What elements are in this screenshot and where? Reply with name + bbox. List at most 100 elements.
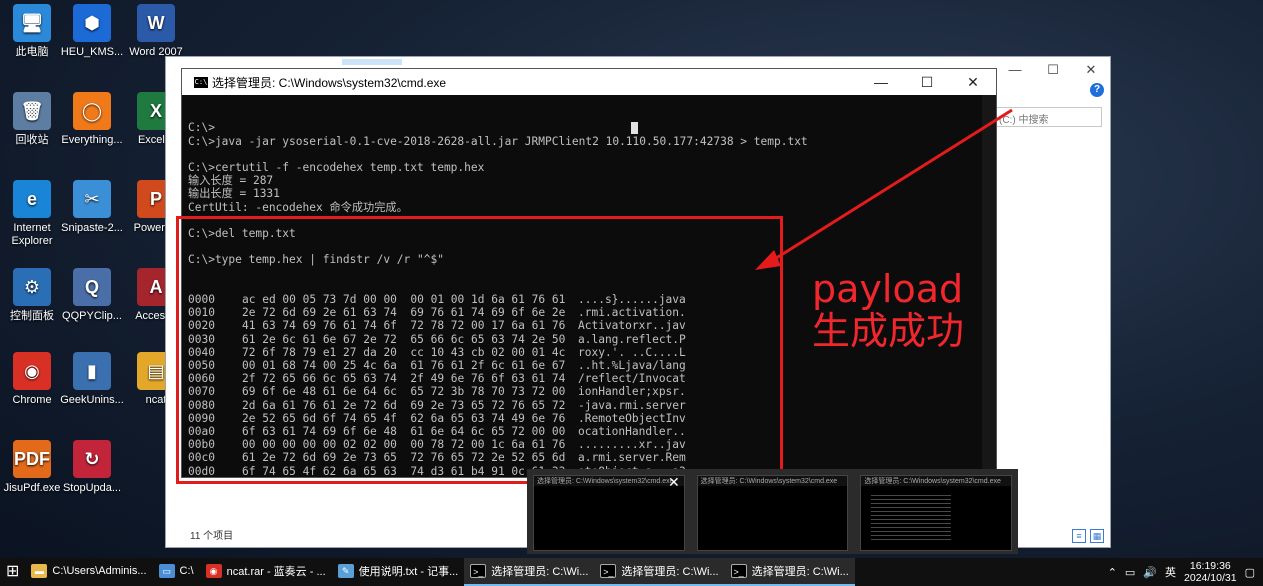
app-icon: 🗑	[13, 92, 51, 130]
taskbar-item-label: 使用说明.txt - 记事...	[358, 566, 459, 578]
console-line: CertUtil: -encodehex 命令成功完成。	[188, 200, 408, 214]
taskbar-items: ▬ C:\Users\Adminis... ▭ C:\ ◉ ncat.rar - 蓝奏云 …	[25, 558, 855, 586]
desktop-icon-label: 控制面板	[10, 310, 54, 322]
cmd-icon: C:\	[194, 76, 208, 88]
taskbar: ⊞ ▬ C:\Users\Adminis... ▭ C:\ ◉ ncat.rar - 蓝奏…	[0, 558, 1263, 586]
clock-date: 2024/10/31	[1184, 572, 1237, 584]
thumbnail-title: 选择管理员: C:\Windows\system32\cmd.exe	[861, 476, 1012, 486]
desktop-icon[interactable]: 🖥 此电脑	[0, 4, 64, 59]
app-icon: ⚙	[13, 268, 51, 306]
desktop-icon[interactable]: ↻ StopUpda...	[60, 440, 124, 495]
tray-overflow-icon[interactable]: ⌃	[1108, 566, 1117, 579]
taskbar-item[interactable]: ✎ 使用说明.txt - 记事...	[332, 558, 465, 586]
taskbar-item-label: 选择管理员: C:\Wi...	[621, 566, 719, 578]
details-view-icon[interactable]: ≡	[1072, 529, 1086, 543]
annotation-text: payload 生成成功	[812, 268, 964, 352]
thumbnail-title: 选择管理员: C:\Windows\system32\cmd.exe	[697, 476, 848, 486]
taskbar-item[interactable]: >_ 选择管理员: C:\Wi...	[594, 558, 725, 586]
highlight-box	[176, 216, 783, 484]
notepad-icon: ✎	[337, 564, 354, 578]
chrome-icon: ◉	[205, 564, 222, 578]
desktop-icon[interactable]: ⬢ HEU_KMS...	[60, 4, 124, 59]
close-button[interactable]: ✕	[950, 74, 996, 91]
annotation-line-1: payload	[812, 267, 964, 311]
folder-icon: ▬	[31, 564, 48, 578]
system-tray: ⌃ ▭ 🔊 英 16:19:36 2024/10/31 ▢	[1108, 560, 1263, 584]
large-icons-view-icon[interactable]: ▦	[1090, 529, 1104, 543]
ribbon-tab-fragment[interactable]	[342, 59, 402, 65]
desktop-icon-label: Snipaste-2...	[61, 222, 123, 234]
thumbnail-cmd-3[interactable]: 选择管理员: C:\Windows\system32\cmd.exe	[860, 475, 1013, 551]
cmd-title: 选择管理员: C:\Windows\system32\cmd.exe	[212, 75, 447, 90]
desktop-icon[interactable]: W Word 2007	[124, 4, 188, 59]
maximize-button[interactable]: ☐	[1034, 57, 1072, 83]
desktop-icon[interactable]: Q QQPYClip...	[60, 268, 124, 323]
text-cursor	[631, 122, 638, 134]
taskbar-item-label: ncat.rar - 蓝奏云 - ...	[226, 566, 326, 578]
desktop-icon[interactable]: ✂ Snipaste-2...	[60, 180, 124, 235]
desktop-icon[interactable]: ▮ GeekUnins...	[60, 352, 124, 407]
cmd-icon: >_	[470, 564, 487, 578]
taskbar-item-label: C:\	[179, 565, 194, 577]
app-icon: W	[137, 4, 175, 42]
app-icon: ⬢	[73, 4, 111, 42]
start-button[interactable]: ⊞	[0, 558, 25, 586]
desktop-icon[interactable]: PDF JisuPdf.exe	[0, 440, 64, 495]
taskbar-item[interactable]: >_ 选择管理员: C:\Wi...	[724, 558, 855, 586]
desktop-icon[interactable]: 🗑 回收站	[0, 92, 64, 147]
desktop-icon-label: 回收站	[15, 134, 49, 146]
console-line: C:\>java -jar ysoserial-0.1-cve-2018-262…	[188, 134, 808, 148]
console-line: C:\>certutil -f -encodehex temp.txt temp…	[188, 161, 485, 174]
search-input[interactable]: (C:) 中搜索	[994, 107, 1102, 127]
help-icon[interactable]: ?	[1090, 83, 1104, 97]
thumbnail-close-icon[interactable]: ✕	[668, 474, 680, 491]
desktop-icon-label: 此电脑	[15, 46, 49, 58]
app-icon: ↻	[73, 440, 111, 478]
desktop-icon-label: Chrome	[12, 394, 52, 406]
item-count-status: 11 个项目	[190, 531, 234, 542]
taskbar-item[interactable]: ▬ C:\Users\Adminis...	[25, 558, 152, 586]
notification-icon[interactable]: ▢	[1245, 566, 1255, 579]
taskbar-thumbnails: 选择管理员: C:\Windows\system32\cmd.exe 选择管理员…	[527, 469, 1018, 554]
app-icon: ◉	[13, 352, 51, 390]
clock-time: 16:19:36	[1189, 560, 1231, 572]
desktop-icon[interactable]: ◉ Chrome	[0, 352, 64, 407]
desktop-icon-label: HEU_KMS...	[60, 46, 124, 58]
maximize-button[interactable]: ☐	[904, 74, 950, 91]
taskbar-item[interactable]: ▭ C:\	[153, 558, 200, 586]
view-toggle: ≡ ▦	[1072, 529, 1104, 543]
taskbar-item-label: 选择管理员: C:\Wi...	[751, 566, 849, 578]
app-icon: ✂	[73, 180, 111, 218]
minimize-button[interactable]: —	[858, 74, 904, 91]
taskbar-item[interactable]: >_ 选择管理员: C:\Wi...	[464, 558, 595, 586]
volume-icon[interactable]: 🔊	[1143, 566, 1157, 579]
app-icon: Q	[73, 268, 111, 306]
drive-icon: ▭	[158, 564, 175, 578]
console-line: 输入长度 = 287	[188, 174, 274, 188]
desktop-icon[interactable]: ⚙ 控制面板	[0, 268, 64, 323]
windows-icon: ⊞	[6, 563, 20, 580]
console-line: C:\>	[188, 121, 215, 135]
taskbar-item[interactable]: ◉ ncat.rar - 蓝奏云 - ...	[200, 558, 332, 586]
thumbnail-title: 选择管理员: C:\Windows\system32\cmd.exe	[534, 476, 684, 486]
cmd-titlebar[interactable]: C:\ 选择管理员: C:\Windows\system32\cmd.exe —…	[182, 69, 996, 95]
clock[interactable]: 16:19:36 2024/10/31	[1184, 560, 1237, 584]
network-icon[interactable]: ▭	[1125, 566, 1135, 579]
minimize-button[interactable]: —	[996, 57, 1034, 83]
app-icon: e	[13, 180, 51, 218]
annotation-line-2: 生成成功	[812, 309, 965, 353]
desktop-icon[interactable]: ◯ Everything...	[60, 92, 124, 147]
cmd-icon: >_	[600, 564, 617, 578]
taskbar-item-label: C:\Users\Adminis...	[52, 565, 147, 577]
app-icon: ▮	[73, 352, 111, 390]
close-button[interactable]: ✕	[1072, 57, 1110, 83]
desktop-icon-label: Internet Explorer	[11, 222, 53, 247]
thumbnail-cmd-2[interactable]: 选择管理员: C:\Windows\system32\cmd.exe	[696, 475, 849, 551]
desktop-icon[interactable]: e Internet Explorer	[0, 180, 64, 248]
desktop-icon-label: JisuPdf.exe	[3, 482, 61, 494]
console-scrollbar[interactable]	[982, 95, 996, 477]
desktop-icon-label: Everything...	[61, 134, 123, 146]
thumbnail-cmd-1[interactable]: 选择管理员: C:\Windows\system32\cmd.exe	[533, 475, 685, 551]
ime-indicator[interactable]: 英	[1165, 564, 1176, 580]
